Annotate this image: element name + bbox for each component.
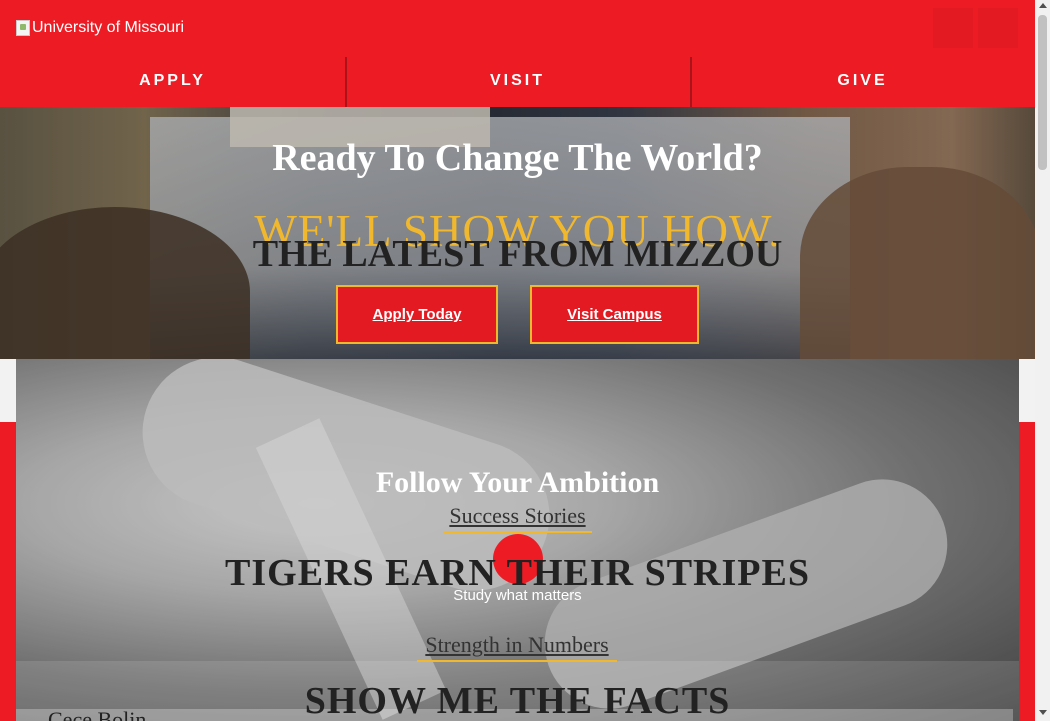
right-red-border [1019, 422, 1035, 721]
ambition-section: Follow Your Ambition Success Stories TIG… [16, 359, 1019, 721]
person-name: Cece Bolin [48, 707, 147, 721]
main-nav: APPLY VISIT GIVE [0, 57, 1035, 107]
news-heading: THE LATEST FROM MIZZOU [252, 233, 783, 275]
strength-in-numbers-link[interactable]: Strength in Numbers [417, 632, 617, 662]
left-white-strip [0, 359, 16, 422]
site-header: University of Missouri [0, 0, 1035, 57]
search-button[interactable] [933, 8, 973, 48]
nav-give[interactable]: GIVE [690, 57, 1035, 107]
left-red-border [0, 422, 16, 721]
hero-section: Ready To Change The World? WE'LL SHOW YO… [0, 107, 1035, 359]
ambition-title: Follow Your Ambition [375, 466, 660, 499]
visit-campus-button[interactable]: Visit Campus [530, 285, 699, 344]
scroll-down-arrow-icon[interactable] [1039, 710, 1047, 715]
broken-image-icon [16, 20, 30, 36]
page-scrollbar[interactable] [1035, 0, 1050, 721]
logo-alt-text: University of Missouri [32, 19, 185, 36]
scroll-thumb[interactable] [1038, 15, 1047, 170]
menu-button[interactable] [978, 8, 1018, 48]
nav-apply[interactable]: APPLY [0, 57, 345, 107]
facts-headline: SHOW ME THE FACTS [304, 680, 731, 721]
study-caption: Study what matters [453, 587, 582, 604]
nav-visit[interactable]: VISIT [345, 57, 690, 107]
university-logo-link[interactable]: University of Missouri [16, 19, 184, 37]
success-stories-link[interactable]: Success Stories [443, 503, 592, 533]
apply-today-button[interactable]: Apply Today [336, 285, 498, 344]
scroll-up-arrow-icon[interactable] [1039, 3, 1047, 8]
right-white-strip [1019, 359, 1035, 422]
hero-title: Ready To Change The World? [272, 137, 763, 179]
